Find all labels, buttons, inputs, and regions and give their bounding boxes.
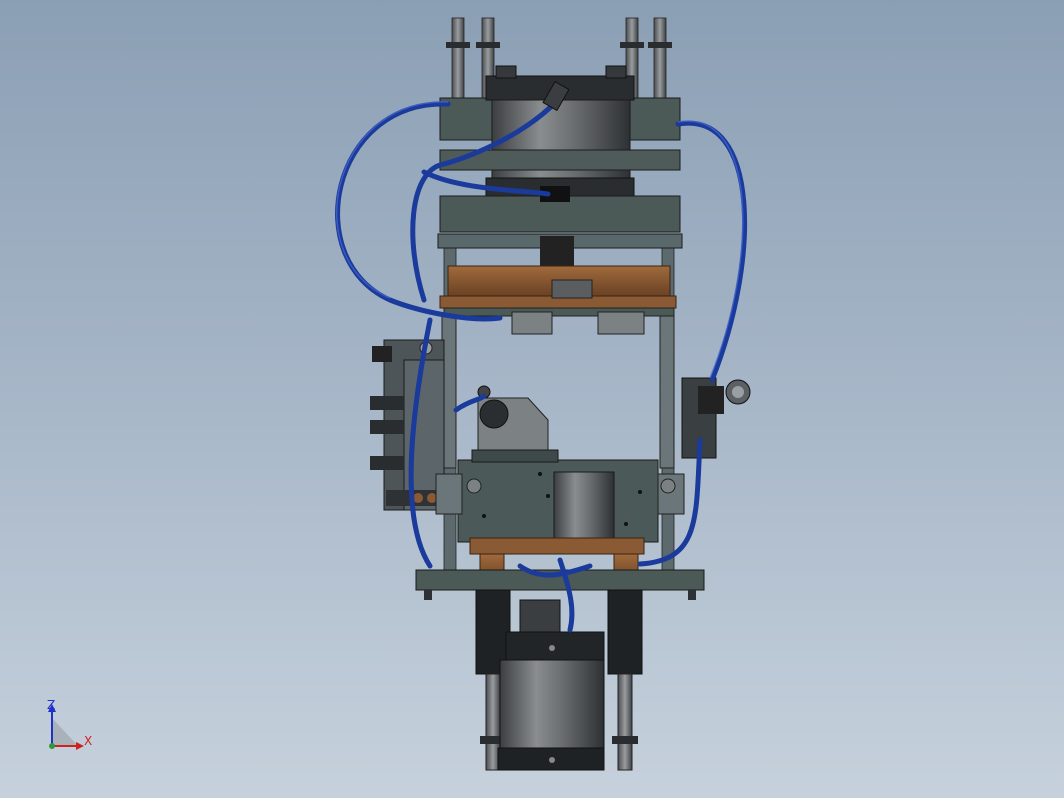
upper-wood-plate (439, 265, 677, 335)
cad-viewport[interactable]: Z X (0, 0, 1064, 798)
valve-manifold-left (370, 339, 445, 511)
lower-wood-plate (415, 537, 705, 600)
x-axis-label: X (84, 734, 93, 748)
triad-origin (49, 743, 55, 749)
pressure-regulator (681, 377, 751, 459)
middle-frame (441, 315, 675, 469)
z-axis-label: Z (47, 698, 56, 712)
press-machine-model[interactable] (0, 0, 1064, 798)
lower-cylinder (497, 599, 605, 771)
x-axis-arrow-icon (76, 742, 84, 750)
lower-platform (435, 449, 685, 543)
middle-bracket (477, 385, 549, 453)
